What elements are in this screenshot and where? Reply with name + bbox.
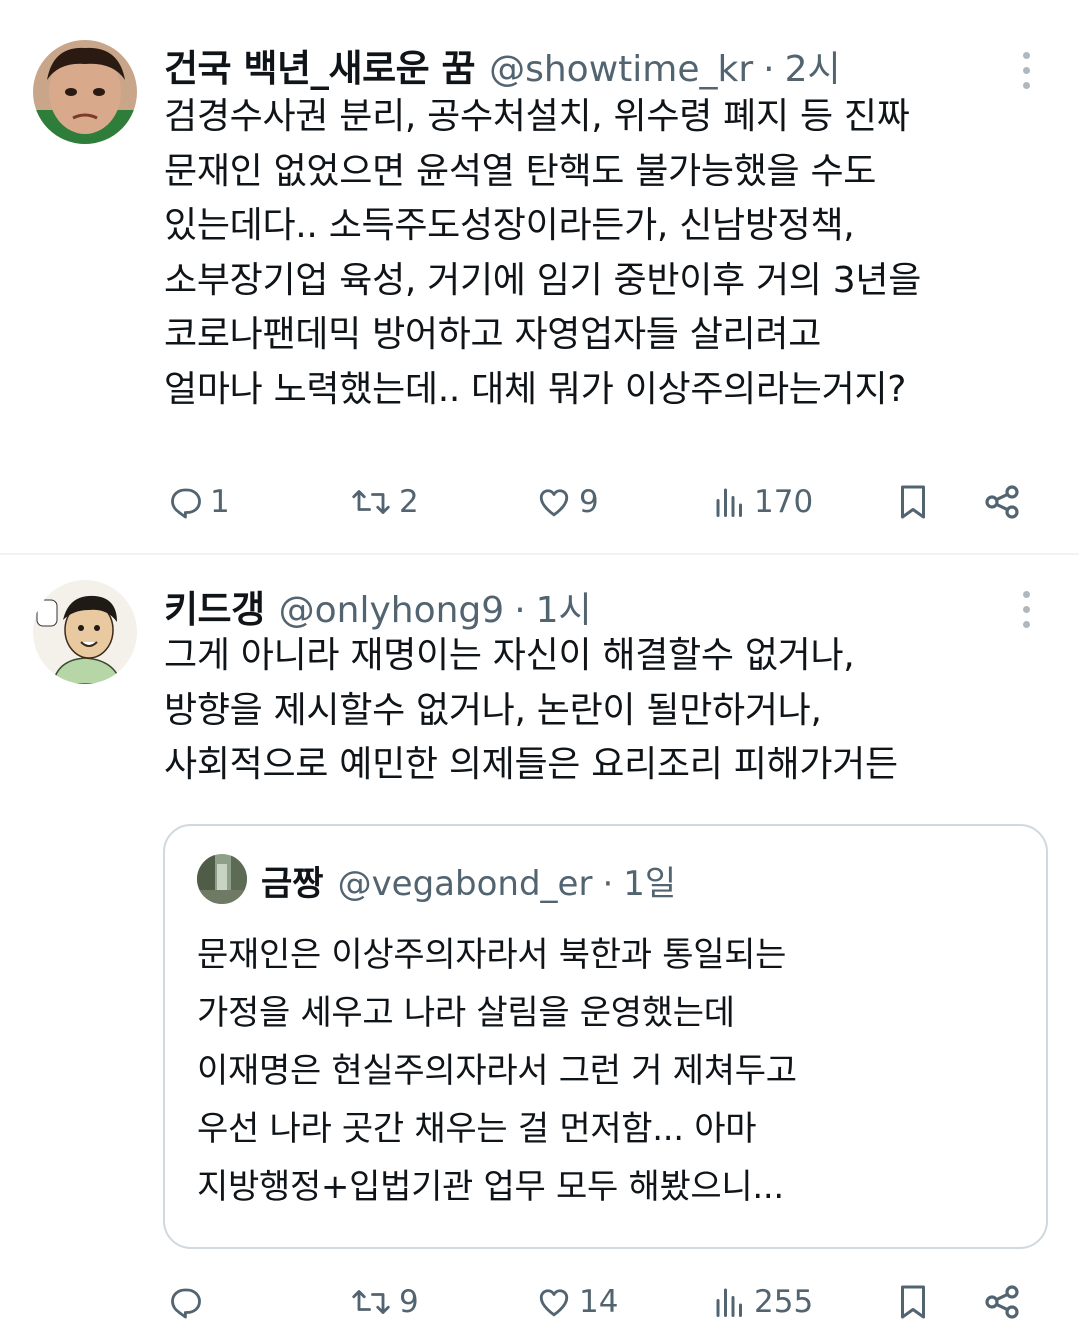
bookmark-icon — [901, 485, 925, 519]
timestamp[interactable]: 1시 — [536, 581, 592, 633]
views-button[interactable]: 255 — [712, 1272, 813, 1332]
views-count: 255 — [754, 1284, 814, 1320]
action-bar: 9 14 255 — [0, 1272, 1079, 1332]
separator-dot: · — [602, 864, 614, 904]
tweet-text: 검경수사권 분리, 공수처설치, 위수령 폐지 등 진짜 문재인 없었으면 윤석… — [164, 96, 922, 410]
heart-icon — [539, 1289, 569, 1317]
retweet-icon — [352, 1290, 390, 1314]
separator-dot: · — [514, 590, 526, 631]
views-chart-icon — [716, 1288, 742, 1317]
avatar[interactable] — [33, 580, 137, 684]
heart-icon — [539, 489, 569, 517]
share-button[interactable] — [982, 1272, 1022, 1332]
bookmark-icon — [901, 1285, 925, 1319]
reply-count: 1 — [210, 484, 230, 520]
avatar[interactable] — [33, 40, 137, 144]
views-button[interactable]: 170 — [712, 472, 813, 532]
more-vertical-icon[interactable] — [1021, 591, 1031, 628]
reply-button[interactable]: 1 — [168, 472, 230, 532]
share-icon — [985, 485, 1019, 519]
like-button[interactable]: 14 — [535, 1272, 618, 1332]
share-icon — [985, 1285, 1019, 1319]
like-button[interactable]: 9 — [535, 472, 599, 532]
tweet-text: 그게 아니라 재명이는 자신이 해결할수 없거나, 방향을 제시할수 없거나, … — [164, 635, 898, 785]
bookmark-button[interactable] — [895, 1272, 931, 1332]
tweet-1[interactable]: 건국 백년_새로운 꿈 @showtime_kr · 2시 검경수사권 분리, … — [0, 0, 1079, 555]
retweet-count: 2 — [399, 484, 419, 520]
display-name[interactable]: 건국 백년_새로운 꿈 — [164, 38, 476, 92]
retweet-count: 9 — [399, 1284, 419, 1320]
retweet-button[interactable]: 2 — [349, 472, 419, 532]
reply-icon — [171, 1288, 201, 1319]
quoted-user-handle: @vegabond_er — [337, 864, 593, 904]
like-count: 9 — [579, 484, 599, 520]
bookmark-button[interactable] — [895, 472, 931, 532]
display-name[interactable]: 키드갱 — [164, 579, 265, 633]
quoted-timestamp: 1일 — [623, 864, 677, 904]
quoted-avatar[interactable] — [197, 854, 247, 904]
more-vertical-icon[interactable] — [1021, 52, 1031, 89]
like-count: 14 — [579, 1284, 619, 1320]
quoted-tweet-text: 문재인은 이상주의자라서 북한과 통일되는 가정을 세우고 나라 살림을 운영했… — [197, 935, 797, 1207]
views-count: 170 — [754, 484, 814, 520]
reply-icon — [171, 488, 201, 519]
timestamp[interactable]: 2시 — [785, 40, 841, 92]
quoted-tweet[interactable]: 금짱 @vegabond_er · 1일 문재인은 이상주의자라서 북한과 통일… — [163, 824, 1048, 1249]
retweet-icon — [352, 490, 390, 514]
user-handle[interactable]: @onlyhong9 — [279, 590, 505, 631]
share-button[interactable] — [982, 472, 1022, 532]
views-chart-icon — [716, 488, 742, 517]
quoted-display-name: 금짱 — [261, 864, 324, 904]
tweet-2[interactable]: 키드갱 @onlyhong9 · 1시 그게 아니라 재명이는 자신이 해결할수… — [0, 555, 1079, 1339]
reply-button[interactable] — [168, 1272, 210, 1332]
retweet-button[interactable]: 9 — [349, 1272, 419, 1332]
user-handle[interactable]: @showtime_kr — [489, 49, 753, 90]
action-bar: 1 2 9 170 — [0, 472, 1079, 532]
separator-dot: · — [763, 49, 775, 90]
